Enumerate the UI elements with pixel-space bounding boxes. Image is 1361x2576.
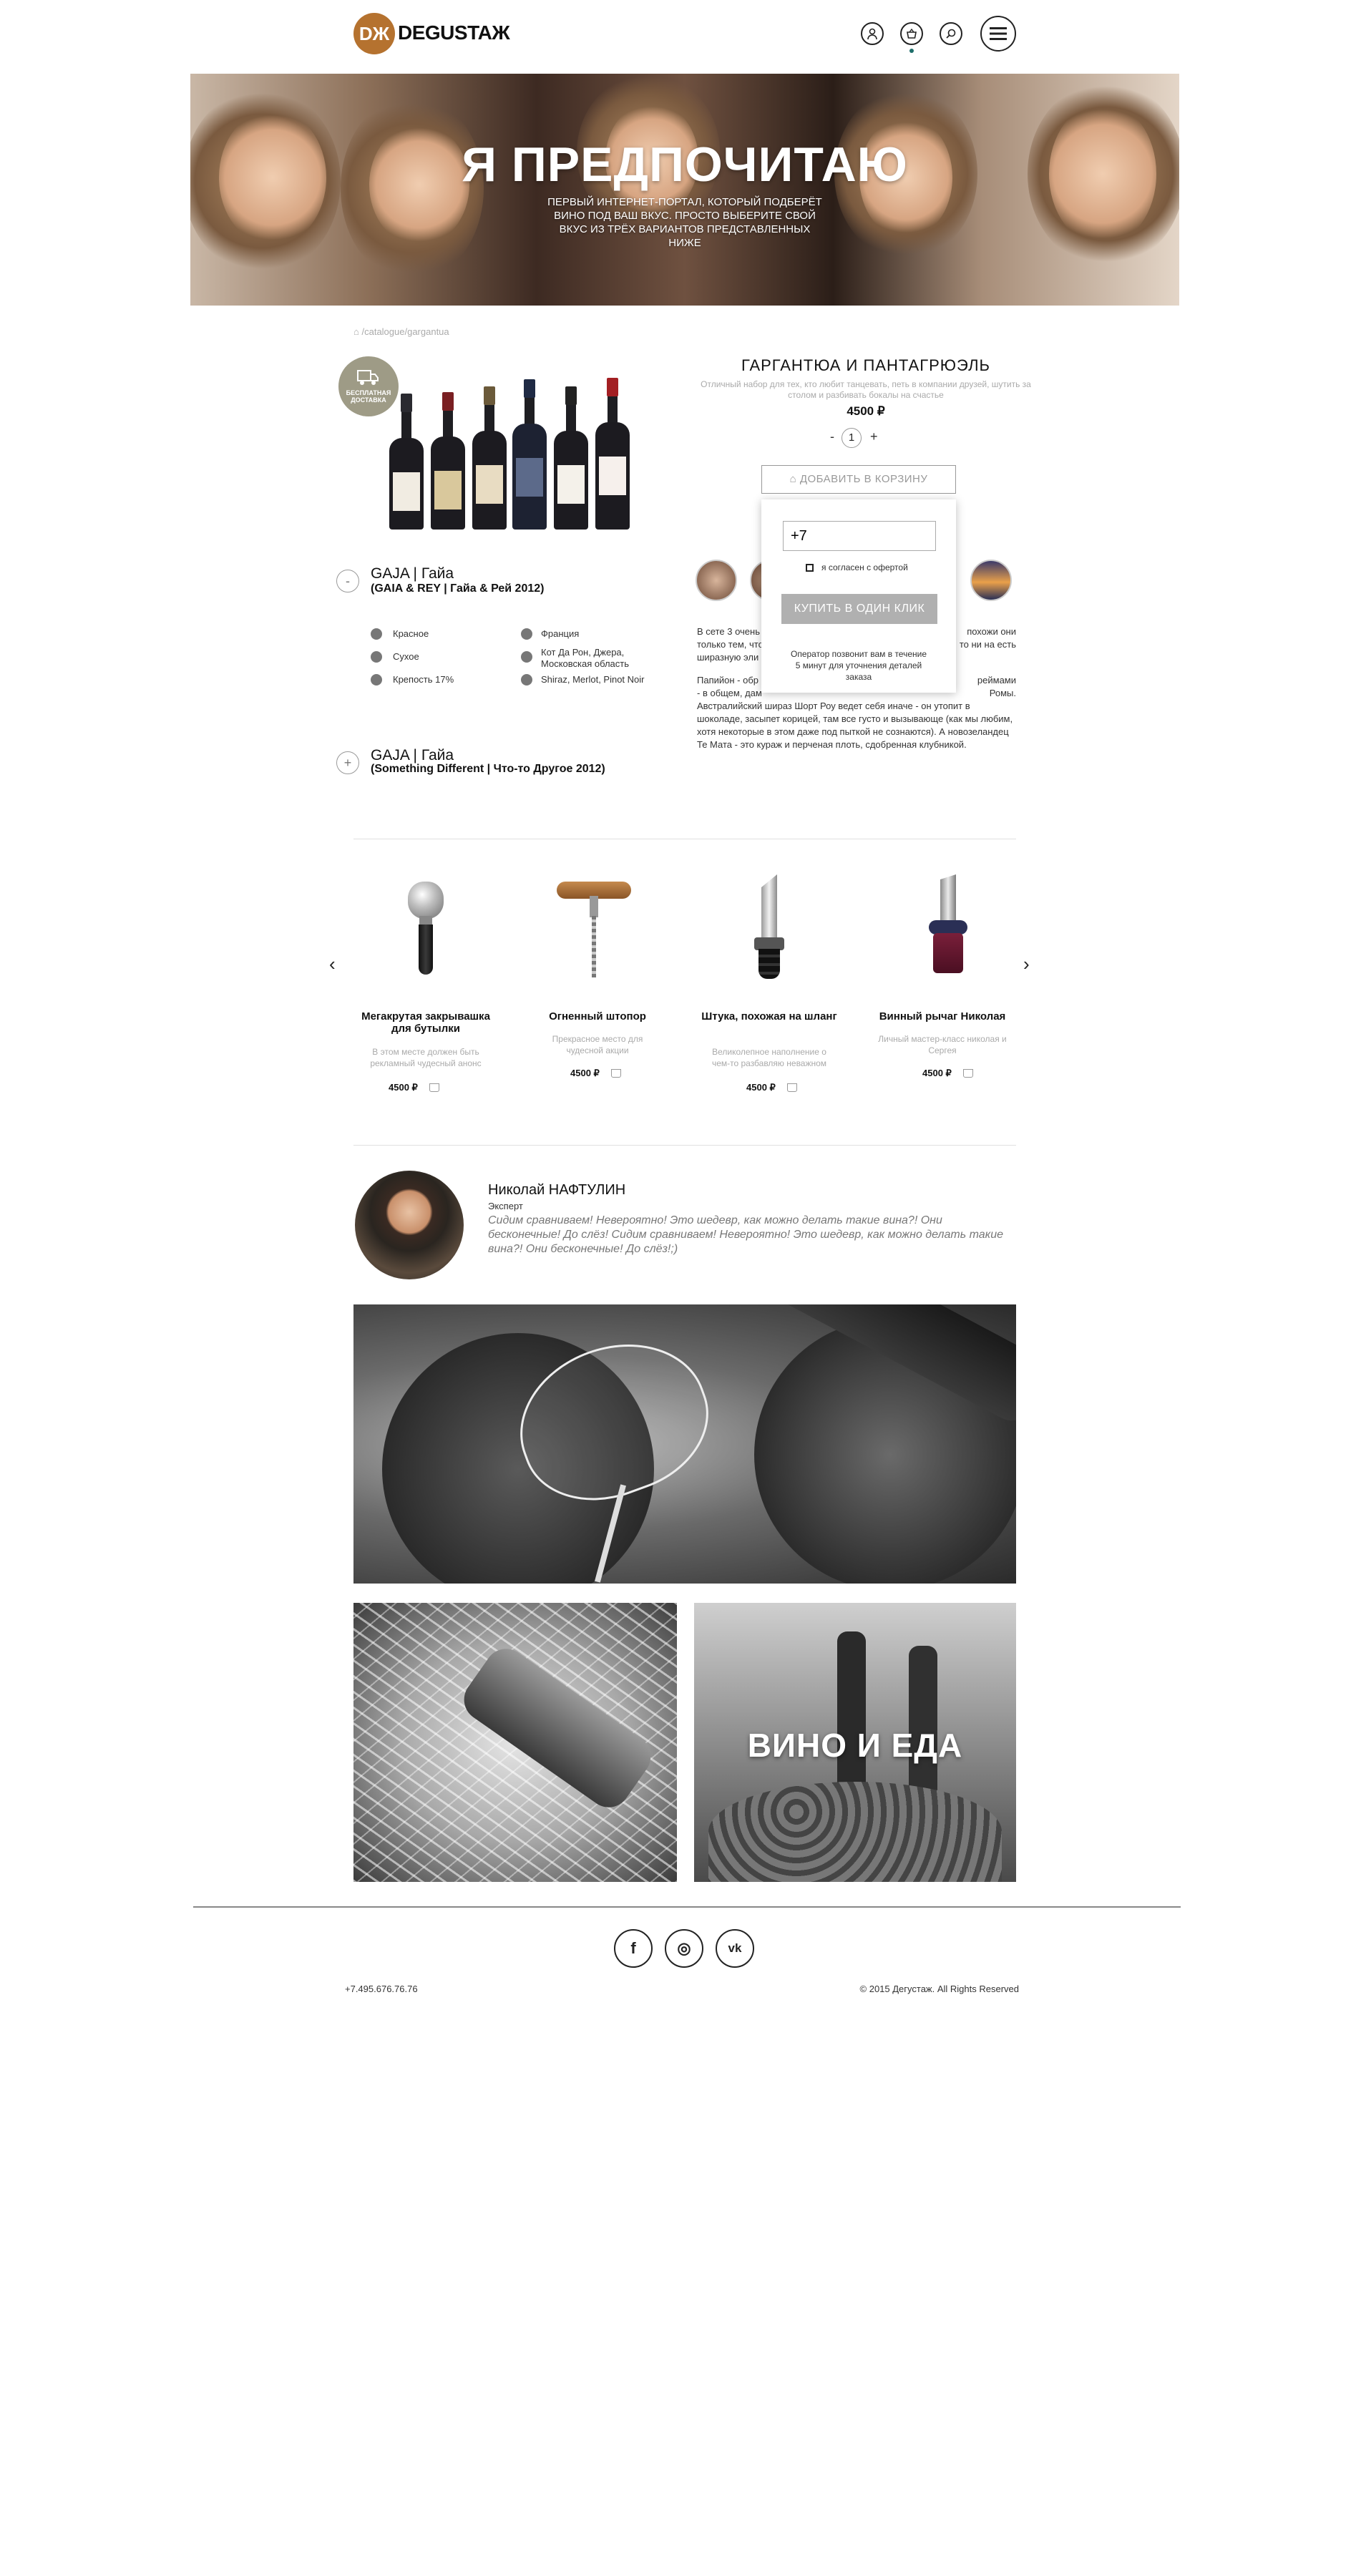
hero-title: Я ПРЕДПОЧИТАЮ — [462, 137, 908, 192]
gallery-image-pouring-wine[interactable] — [353, 1304, 1016, 1584]
expert-name: Николай НАФТУЛИН — [488, 1182, 626, 1198]
delivery-truck-icon — [357, 370, 379, 385]
product-image-wine-lever[interactable] — [916, 874, 980, 989]
qty-decrease-button[interactable]: - — [830, 429, 834, 444]
accessory-name[interactable]: Винный рычаг Николая — [871, 1010, 1014, 1023]
expert-quote: Сидим сравниваем! Невероятно! Это шедевр… — [488, 1214, 1004, 1255]
product-image-pourer[interactable] — [737, 874, 801, 989]
popup-note: Оператор позвонит вам в течение 5 минут … — [790, 649, 927, 682]
grape-icon — [521, 674, 532, 686]
accessory-price: 4500 ₽ — [570, 1068, 600, 1078]
expert-role: Эксперт — [488, 1201, 523, 1211]
accessory-price: 4500 ₽ — [389, 1082, 418, 1093]
product-description: Отличный набор для тех, кто любит танцев… — [701, 379, 1031, 400]
wine-bottle — [389, 394, 424, 530]
expert-avatar — [355, 1171, 464, 1279]
carousel-prev-button[interactable]: ‹ — [329, 953, 336, 975]
add-to-cart-icon[interactable] — [787, 1083, 797, 1092]
attr-color: Красное — [393, 628, 429, 639]
one-click-popup: я согласен с офертой КУПИТЬ В ОДИН КЛИК … — [761, 499, 956, 693]
logo-badge[interactable]: DЖ — [353, 13, 395, 54]
accessory-price: 4500 ₽ — [922, 1068, 952, 1078]
add-to-cart-icon[interactable] — [429, 1083, 439, 1092]
accessory-desc: Личный мастер-класс николая и Сергея — [878, 1034, 1007, 1055]
gallery-image-gift-bottle[interactable] — [353, 1603, 677, 1882]
gallery-wine-and-food[interactable]: ВИНО И ЕДА — [694, 1603, 1016, 1882]
free-delivery-label: БЕСПЛАТНАЯ ДОСТАВКА — [346, 389, 391, 404]
variant-collapse-button[interactable]: - — [336, 570, 359, 592]
strength-icon — [371, 674, 382, 686]
attr-region: Кот Да Рон, Джера, Московская область — [541, 647, 630, 669]
qty-value[interactable]: 1 — [842, 428, 862, 448]
product-price: 4500 ₽ — [847, 404, 885, 418]
wine-bottle — [431, 392, 465, 530]
facebook-icon[interactable]: f — [614, 1929, 653, 1968]
accessory-desc: Прекрасное место для чудесной акции — [552, 1034, 643, 1055]
add-to-cart-icon[interactable] — [963, 1069, 973, 1078]
user-icon[interactable] — [861, 22, 884, 45]
variant-expand-button[interactable]: + — [336, 751, 359, 774]
divider — [353, 1145, 1016, 1146]
color-icon — [371, 628, 382, 640]
agree-checkbox[interactable] — [806, 564, 814, 572]
agree-label[interactable]: я согласен с офертой — [821, 562, 908, 572]
footer-copyright: © 2015 Дегустаж. All Rights Reserved — [859, 1984, 1019, 1994]
breadcrumb[interactable]: ⌂ /catalogue/gargantua — [353, 326, 449, 337]
wine-bottle — [472, 386, 507, 530]
attr-country: Франция — [541, 628, 580, 639]
product-image-stopper[interactable] — [394, 874, 458, 989]
country-icon — [521, 628, 532, 640]
accessory-name[interactable]: Мегакрутая закрывашка для бутылки — [354, 1010, 497, 1035]
home-icon[interactable]: ⌂ — [353, 326, 359, 337]
attr-sweetness: Сухое — [393, 651, 419, 662]
footer-phone[interactable]: +7.495.676.76.76 — [345, 1984, 418, 1994]
sweetness-icon — [371, 651, 382, 663]
accessory-name[interactable]: Огненный штопор — [526, 1010, 669, 1023]
buy-one-click-button[interactable]: КУПИТЬ В ОДИН КЛИК — [781, 594, 937, 624]
accessory-desc: В этом месте должен быть рекламный чудес… — [370, 1047, 482, 1068]
variant-subtitle: (GAIA & REY | Гайа & Рей 2012) — [371, 582, 545, 595]
add-to-cart-button[interactable]: ⌂ ДОБАВИТЬ В КОРЗИНУ — [761, 465, 956, 494]
search-icon[interactable] — [940, 22, 962, 45]
hero-subtitle: ПЕРВЫЙ ИНТЕРНЕТ-ПОРТАЛ, КОТОРЫЙ ПОДБЕРЁТ… — [547, 196, 822, 249]
add-to-cart-label: ДОБАВИТЬ В КОРЗИНУ — [799, 473, 928, 485]
product-image — [386, 376, 637, 530]
footer-divider — [193, 1906, 1181, 1908]
region-icon — [521, 651, 532, 663]
variant-thumb[interactable] — [970, 560, 1012, 601]
add-to-cart-icon[interactable] — [611, 1069, 621, 1078]
product-image-corkscrew[interactable] — [551, 874, 637, 989]
qty-increase-button[interactable]: + — [870, 429, 878, 444]
basket-indicator-dot — [909, 49, 914, 53]
cart-icon: ⌂ — [789, 473, 797, 485]
basket-icon[interactable] — [900, 22, 923, 45]
variant-name: GAJA | Гайа — [371, 747, 454, 763]
vk-icon[interactable]: vk — [716, 1929, 754, 1968]
wine-bottle — [595, 378, 630, 530]
hero-banner: Я ПРЕДПОЧИТАЮ ПЕРВЫЙ ИНТЕРНЕТ-ПОРТАЛ, КО… — [190, 74, 1179, 306]
product-title: ГАРГАНТЮА И ПАНТАГРЮЭЛЬ — [741, 356, 990, 374]
wine-bottle — [554, 386, 588, 530]
phone-input[interactable] — [783, 521, 936, 551]
logo-text[interactable]: DEGUSTAЖ — [398, 21, 510, 44]
wine-bottle — [512, 379, 547, 530]
variant-name: GAJA | Гайа — [371, 565, 454, 582]
attr-grapes: Shiraz, Merlot, Pinot Noir — [541, 674, 645, 685]
variant-subtitle: (Something Different | Что-то Другое 201… — [371, 763, 605, 775]
variant-thumb[interactable] — [696, 560, 737, 601]
accessory-name[interactable]: Штука, похожая на шланг — [698, 1010, 841, 1023]
breadcrumb-path[interactable]: /catalogue/gargantua — [361, 326, 449, 337]
menu-icon[interactable] — [980, 16, 1016, 52]
accessory-price: 4500 ₽ — [746, 1082, 776, 1093]
attr-strength: Крепость 17% — [393, 674, 454, 685]
instagram-icon[interactable]: ◎ — [665, 1929, 703, 1968]
gallery-title: ВИНО И ЕДА — [747, 1727, 963, 1764]
carousel-next-button[interactable]: › — [1023, 953, 1030, 975]
accessory-desc: Великолепное наполнение о чем-то разбавл… — [711, 1047, 827, 1068]
